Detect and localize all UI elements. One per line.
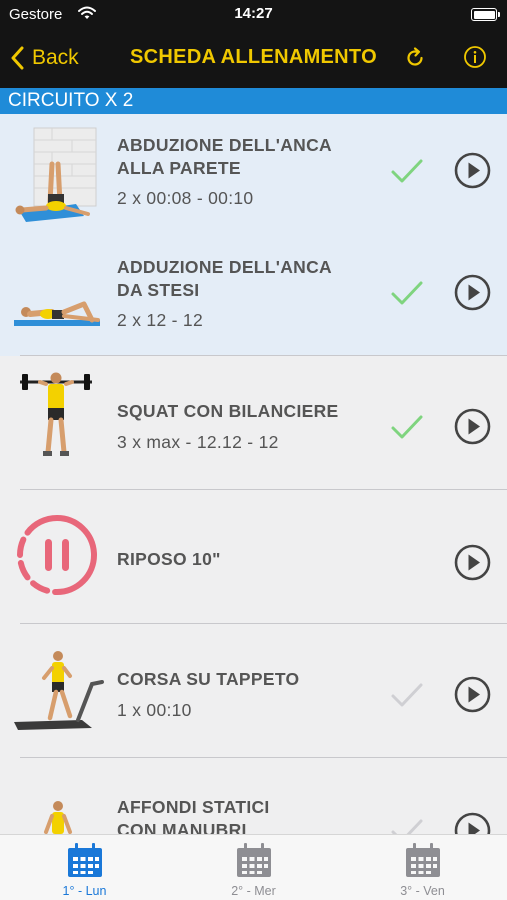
barbell-squat-image [20, 372, 92, 456]
dumbbell-lunge-image [44, 801, 72, 834]
play-icon[interactable] [454, 544, 491, 581]
tab-label: 1° - Lun [62, 884, 107, 898]
tab-label: 3° - Ven [400, 884, 445, 898]
check-icon [391, 819, 423, 834]
circuit-header: CIRCUITO X 2 [0, 88, 507, 114]
tab-day-2[interactable]: 2° - Mer [169, 835, 338, 900]
page-title: SCHEDA ALLENAMENTO [130, 46, 377, 68]
exercise-sets: 2 x 00:08 - 00:10 [117, 188, 254, 208]
tab-day-1[interactable]: 1° - Lun [0, 835, 169, 900]
exercise-row[interactable]: ADDUZIONE DELL'ANCA DA STESI 2 x 12 - 12 [0, 222, 507, 356]
exercise-row[interactable]: CORSA SU TAPPETO 1 x 00:10 [0, 624, 507, 758]
exercise-name: CORSA SU TAPPETO [117, 669, 300, 689]
exercise-row[interactable]: AFFONDI STATICI CON MANUBRI [0, 758, 507, 834]
rest-row[interactable]: RIPOSO 10" [0, 490, 507, 624]
nav-bar: Back SCHEDA ALLENAMENTO [0, 30, 507, 88]
check-icon [391, 281, 423, 305]
exercise-name: DA STESI [117, 280, 200, 300]
tab-label: 2° - Mer [231, 884, 276, 898]
rest-pause-icon [17, 515, 97, 595]
status-bar: Gestore 14:27 [0, 0, 507, 30]
exercise-sets: 2 x 12 - 12 [117, 310, 203, 330]
check-icon [391, 683, 423, 707]
play-icon[interactable] [454, 408, 491, 445]
calendar-icon [406, 843, 440, 877]
play-icon[interactable] [454, 676, 491, 713]
exercise-name: SQUAT CON BILANCIERE [117, 401, 339, 421]
wall-hip-abduction-image [15, 127, 97, 222]
status-time: 14:27 [234, 5, 273, 22]
top-bar: Gestore 14:27 Back SCHEDA ALLENAMENTO [0, 0, 507, 88]
exercise-sets: 1 x 00:10 [117, 700, 192, 720]
refresh-icon[interactable] [403, 46, 427, 70]
exercise-name: CON MANUBRI [117, 820, 247, 834]
exercise-name: AFFONDI STATICI [117, 797, 270, 817]
calendar-icon [68, 843, 102, 877]
play-icon[interactable] [454, 152, 491, 189]
battery-icon [471, 8, 500, 21]
exercise-sets: 3 x max - 12.12 - 12 [117, 432, 279, 452]
tab-day-3[interactable]: 3° - Ven [338, 835, 507, 900]
exercise-name: ALLA PARETE [117, 158, 241, 178]
info-icon[interactable] [463, 45, 487, 69]
check-icon [391, 415, 423, 439]
calendar-icon [237, 843, 271, 877]
tab-bar: 1° - Lun 2° - Mer 3° - Ven [0, 834, 507, 900]
exercise-row[interactable]: SQUAT CON BILANCIERE 3 x max - 12.12 - 1… [0, 356, 507, 490]
play-icon[interactable] [454, 274, 491, 311]
exercise-list: ABDUZIONE DELL'ANCA ALLA PARETE 2 x 00:0… [0, 114, 507, 834]
exercise-name: RIPOSO 10" [117, 549, 221, 569]
play-icon[interactable] [454, 812, 491, 834]
exercise-name: ADDUZIONE DELL'ANCA [117, 257, 332, 277]
check-icon [391, 159, 423, 183]
exercise-name: ABDUZIONE DELL'ANCA [117, 135, 332, 155]
lying-hip-adduction-image [14, 301, 100, 326]
treadmill-run-image [14, 651, 104, 730]
